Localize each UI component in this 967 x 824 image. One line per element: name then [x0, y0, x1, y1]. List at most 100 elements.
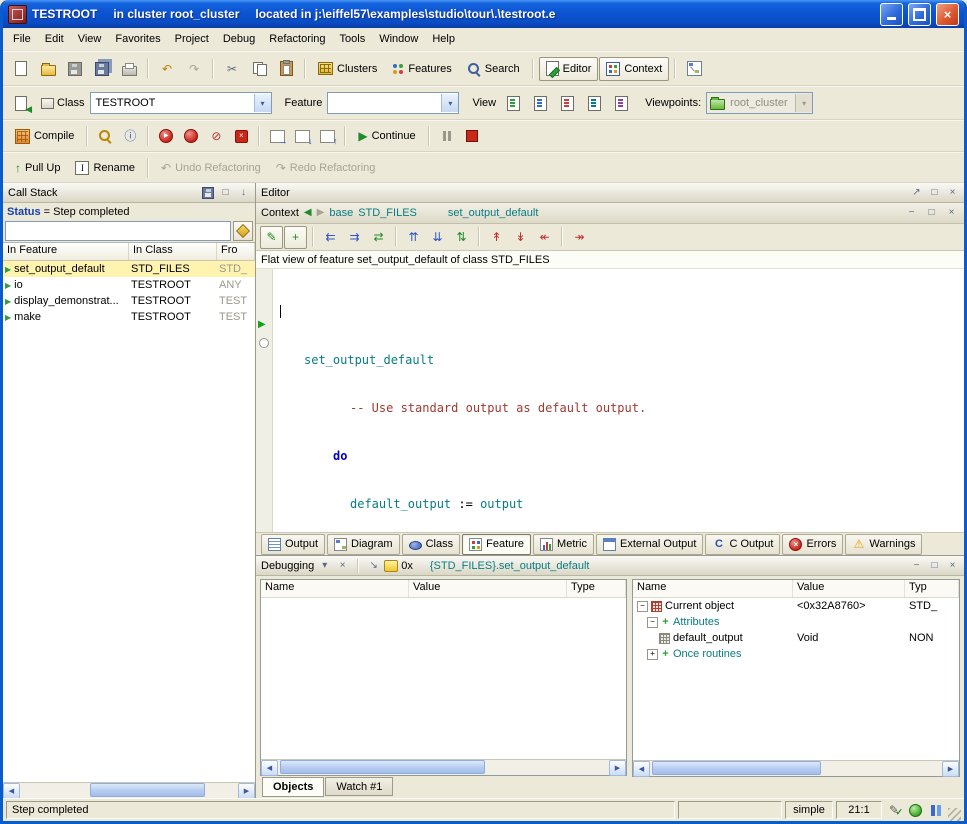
compile-state-button[interactable] — [906, 801, 924, 819]
show-suppliers-button[interactable]: ↠ — [568, 226, 591, 249]
breadcrumb-class[interactable]: STD_FILES — [358, 207, 417, 219]
close-context-icon[interactable]: × — [944, 206, 959, 220]
editor-button[interactable]: Editor — [539, 57, 599, 81]
scroll-thumb[interactable] — [90, 783, 205, 797]
pull-up-button[interactable]: ↑Pull Up — [8, 156, 67, 180]
call-stack-row[interactable]: ▶io TESTROOT ANY — [3, 277, 255, 293]
show-ancestors-button[interactable]: ↟ — [485, 226, 508, 249]
undo-button[interactable]: ↶ — [154, 57, 180, 81]
maximize-debug-icon[interactable]: □ — [927, 559, 942, 573]
title-bar[interactable]: TESTROOT in cluster root_cluster located… — [3, 0, 964, 28]
scroll-right-icon[interactable]: ▶ — [942, 761, 959, 777]
view-menu-icon[interactable]: ▾ — [317, 559, 332, 573]
close-editor-icon[interactable]: × — [945, 186, 960, 200]
collapse-icon[interactable]: − — [647, 617, 658, 628]
save-all-button[interactable] — [89, 57, 115, 81]
close-debug-icon[interactable]: × — [945, 559, 960, 573]
tab-feature[interactable]: Feature — [462, 534, 531, 555]
tab-warnings[interactable]: ⚠Warnings — [845, 534, 922, 555]
save-button[interactable] — [62, 57, 88, 81]
column-type[interactable]: Type — [567, 580, 626, 597]
scroll-left-icon[interactable]: ◀ — [261, 760, 278, 776]
show-assignees-button[interactable]: ⇊ — [426, 226, 449, 249]
viewpoints-combo[interactable]: root_cluster ▾ — [706, 92, 813, 114]
maximize-editor-icon[interactable]: □ — [927, 186, 942, 200]
step-out-button[interactable]: ↑ — [315, 125, 339, 147]
search-button[interactable]: Search — [460, 57, 527, 81]
objects-table-body[interactable] — [261, 598, 626, 759]
show-effecters-button[interactable]: ⇅ — [450, 226, 473, 249]
menu-project[interactable]: Project — [168, 30, 216, 48]
open-file-button[interactable] — [35, 57, 61, 81]
tab-errors[interactable]: ×Errors — [782, 534, 843, 555]
editor-gutter[interactable]: ▶ — [256, 269, 273, 532]
cut-button[interactable]: ✂ — [219, 57, 245, 81]
breakpoint-slot-icon[interactable] — [259, 338, 269, 348]
call-stack-row[interactable]: ▶display_demonstrat... TESTROOT TEST — [3, 293, 255, 309]
tab-output[interactable]: Output — [261, 534, 325, 555]
clickable-view-button[interactable] — [527, 91, 553, 115]
open-in-new-tab-button[interactable]: + — [284, 226, 307, 249]
show-clients-button[interactable]: ↞ — [533, 226, 556, 249]
rename-button[interactable]: IRename — [68, 156, 142, 180]
feature-combo-dropdown[interactable]: ▾ — [441, 94, 458, 112]
scroll-right-icon[interactable]: ▶ — [238, 783, 255, 799]
compile-button[interactable]: Compile — [8, 124, 81, 148]
exception-trace-button[interactable] — [93, 125, 117, 147]
interface-view-button[interactable] — [608, 91, 634, 115]
step-over-button[interactable]: → — [265, 125, 289, 147]
menu-refactoring[interactable]: Refactoring — [262, 30, 332, 48]
class-combo[interactable]: TESTROOT ▾ — [90, 92, 272, 114]
paste-button[interactable] — [273, 57, 299, 81]
column-from[interactable]: Fro — [217, 243, 255, 260]
class-combo-dropdown[interactable]: ▾ — [254, 94, 271, 112]
show-assigners-button[interactable]: ⇉ — [343, 226, 366, 249]
column-type[interactable]: Typ — [905, 580, 959, 597]
close-button[interactable]: × — [936, 3, 959, 26]
current-object-hscrollbar[interactable]: ◀ ▶ — [633, 760, 959, 776]
run-ignore-breakpoints-button[interactable] — [179, 125, 203, 147]
menu-tools[interactable]: Tools — [333, 30, 373, 48]
continue-button[interactable]: ▶Continue — [351, 124, 422, 148]
show-callees-button[interactable]: ⇄ — [367, 226, 390, 249]
call-stack-row[interactable]: ▶make TESTROOT TEST — [3, 309, 255, 325]
minimize-debug-icon[interactable]: − — [909, 559, 924, 573]
menu-edit[interactable]: Edit — [38, 30, 71, 48]
minimize-button[interactable] — [880, 3, 903, 26]
debugging-header[interactable]: Debugging ▾ × ↘ 0x {STD_FILES}.set_outpu… — [256, 556, 964, 576]
filter-options-button[interactable] — [233, 221, 253, 241]
print-button[interactable] — [116, 57, 142, 81]
tab-diagram[interactable]: Diagram — [327, 534, 400, 555]
code-text[interactable]: set_output_default -- Use standard outpu… — [273, 269, 964, 532]
context-button[interactable]: Context — [599, 57, 669, 81]
disable-breakpoints-button[interactable]: ⊘ — [204, 125, 228, 147]
redo-button[interactable]: ↷ — [181, 57, 207, 81]
feature-combo[interactable]: ▾ — [327, 92, 459, 114]
float-tool-icon[interactable]: □ — [218, 186, 233, 200]
call-stack-row[interactable]: ▶set_output_default STD_FILES STD_ — [3, 261, 255, 277]
call-stack-hscrollbar[interactable]: ◀ ▶ — [3, 782, 255, 798]
menu-view[interactable]: View — [71, 30, 109, 48]
menu-window[interactable]: Window — [372, 30, 425, 48]
scroll-left-icon[interactable]: ◀ — [3, 783, 20, 799]
menu-debug[interactable]: Debug — [216, 30, 262, 48]
editor-header[interactable]: Editor ↗ □ × — [256, 183, 964, 203]
dock-tool-icon[interactable]: ↓ — [236, 186, 251, 200]
scroll-thumb[interactable] — [280, 760, 485, 774]
hex-format-icon[interactable] — [384, 560, 398, 572]
flat-view-button[interactable] — [554, 91, 580, 115]
column-name[interactable]: Name — [633, 580, 793, 597]
scroll-left-icon[interactable]: ◀ — [633, 761, 650, 777]
tab-class[interactable]: Class — [402, 534, 461, 555]
copy-button[interactable] — [246, 57, 272, 81]
objects-hscrollbar[interactable]: ◀ ▶ — [261, 759, 626, 775]
menu-favorites[interactable]: Favorites — [108, 30, 167, 48]
tab-watch-1[interactable]: Watch #1 — [325, 777, 393, 796]
column-value[interactable]: Value — [409, 580, 567, 597]
expand-icon[interactable]: + — [647, 649, 658, 660]
new-file-button[interactable] — [8, 57, 34, 81]
editable-state-button[interactable]: ✎✓ — [885, 801, 903, 819]
context-forward-icon[interactable]: ▶ — [317, 208, 325, 218]
context-back-icon[interactable]: ◀ — [304, 208, 312, 218]
menu-help[interactable]: Help — [425, 30, 462, 48]
